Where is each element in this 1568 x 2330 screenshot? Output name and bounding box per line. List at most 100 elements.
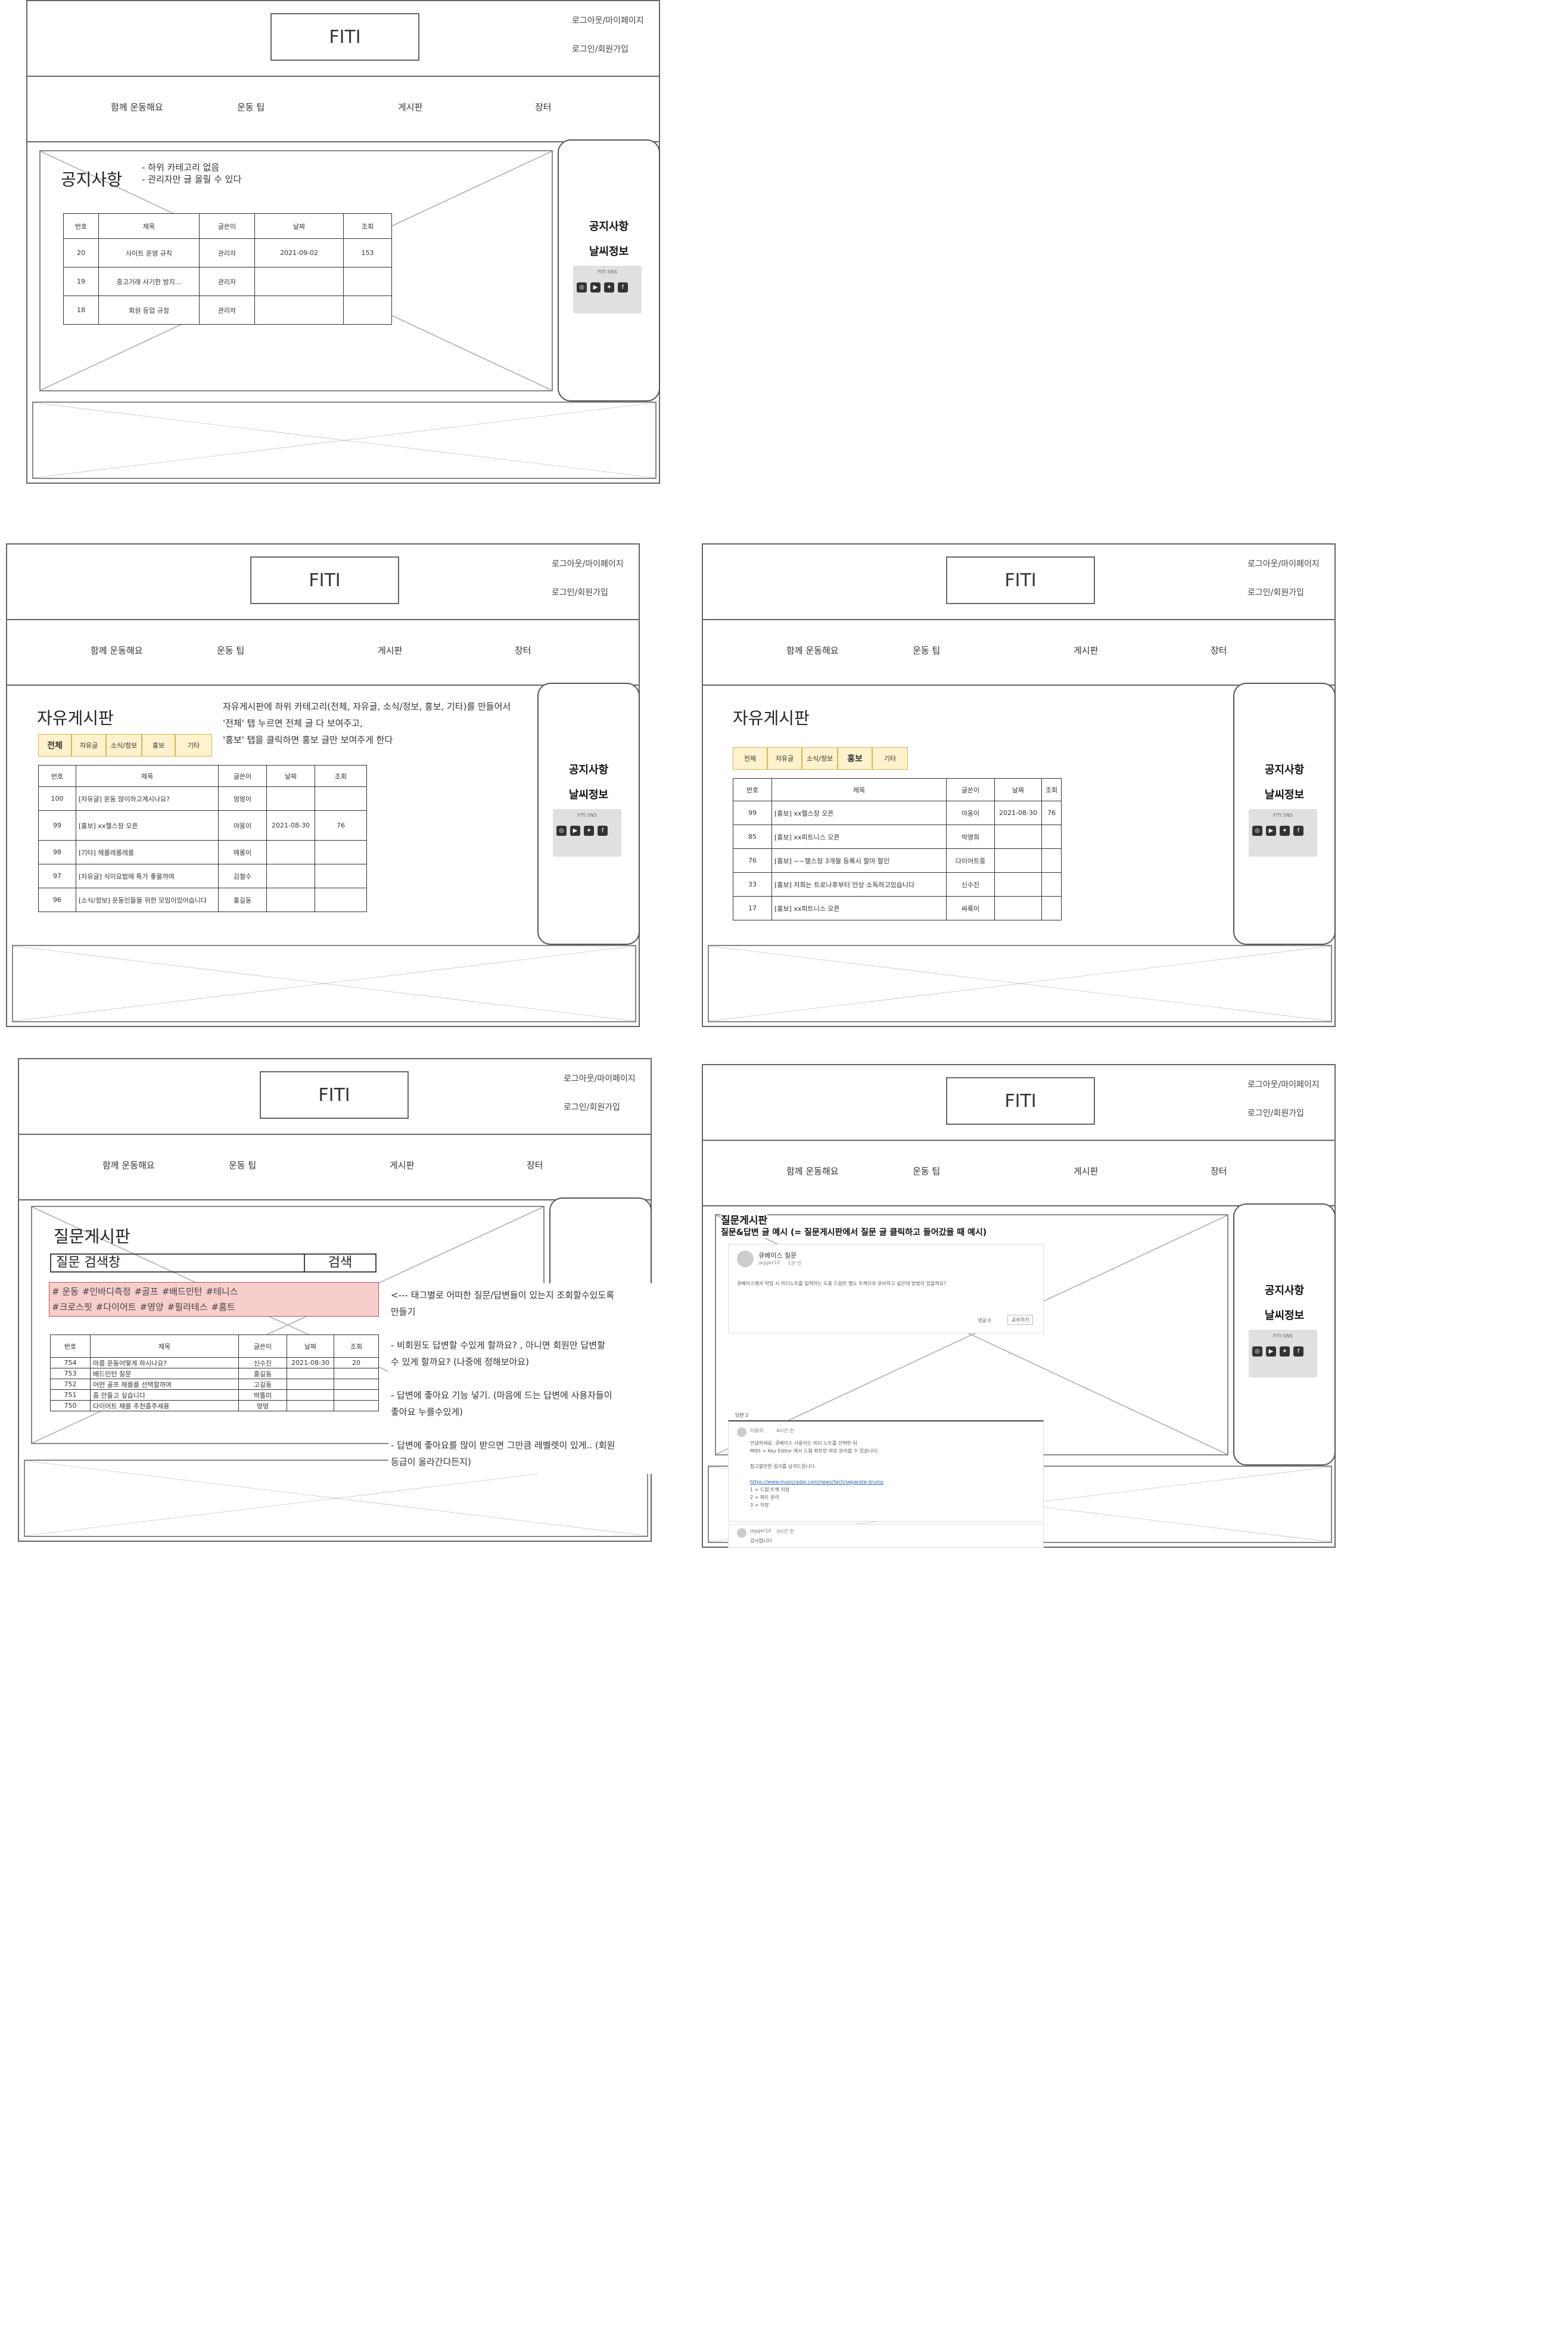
youtube-icon[interactable]: ▶: [570, 826, 580, 836]
instagram-icon[interactable]: ◎: [1252, 1346, 1262, 1357]
search-button[interactable]: 검색: [304, 1255, 375, 1271]
youtube-icon[interactable]: ▶: [1266, 1346, 1276, 1357]
facebook-icon[interactable]: f: [618, 282, 628, 293]
tag-crossfit[interactable]: #크로스핏: [52, 1302, 92, 1312]
logout-mypage-link[interactable]: 로그아웃/마이페이지: [1247, 558, 1320, 570]
table-row[interactable]: 98 [기타] 헤롤레롤레롤 메롱이: [38, 840, 367, 864]
nav-together[interactable]: 함께 운동해요: [111, 101, 163, 113]
table-row[interactable]: 99 [홍보] xx헬스장 오픈 야옹이 2021-08-30 76: [38, 810, 367, 841]
twitter-icon[interactable]: ✦: [1280, 1346, 1290, 1357]
twitter-icon[interactable]: ✦: [604, 282, 614, 293]
twitter-icon[interactable]: ✦: [1280, 826, 1290, 836]
logo[interactable]: FITI: [260, 1071, 409, 1119]
facebook-icon[interactable]: f: [598, 826, 608, 836]
nav-tips[interactable]: 운동 팁: [229, 1159, 256, 1171]
logout-mypage-link[interactable]: 로그아웃/마이페이지: [552, 558, 624, 570]
tag-pilates[interactable]: #필라테스: [167, 1302, 208, 1312]
table-row[interactable]: 76 [홍보] ~~헬스장 3개월 등록시 할마 할인 다이어트중: [733, 848, 1062, 873]
table-row[interactable]: 18 회원 등업 규정 관리자: [63, 295, 392, 325]
sidebar-notice-link[interactable]: 공지사항: [1234, 1282, 1334, 1298]
table-row[interactable]: 97 [자유글] 식이요법에 특가 좋을까여 김철수: [38, 864, 367, 888]
youtube-icon[interactable]: ▶: [590, 282, 601, 293]
sidebar-weather-link[interactable]: 날씨정보: [1234, 1307, 1334, 1323]
logo[interactable]: FITI: [946, 1077, 1095, 1125]
nav-market[interactable]: 장터: [527, 1159, 543, 1171]
table-row[interactable]: 19 중고거래 사기한 방지... 관리자: [63, 267, 392, 296]
nav-together[interactable]: 함께 운동해요: [102, 1159, 155, 1171]
logo[interactable]: FITI: [946, 556, 1095, 604]
tab-etc[interactable]: 기타: [872, 747, 908, 770]
login-signup-link[interactable]: 로그인/회원가입: [564, 1101, 620, 1113]
answer-author[interactable]: 이용자: [750, 1427, 763, 1434]
nav-together[interactable]: 함께 운동해요: [91, 644, 143, 657]
tab-etc[interactable]: 기타: [175, 734, 212, 757]
nav-market[interactable]: 장터: [535, 101, 552, 113]
login-signup-link[interactable]: 로그인/회원가입: [552, 586, 608, 598]
tab-news[interactable]: 소식/정보: [802, 747, 838, 770]
tag-inbody[interactable]: #인바디측정: [82, 1286, 131, 1297]
instagram-icon[interactable]: ◎: [577, 282, 587, 293]
logout-mypage-link[interactable]: 로그아웃/마이페이지: [1247, 1078, 1320, 1090]
answer-link[interactable]: https://www.musicradar.com/news/tech/sep…: [750, 1478, 1036, 1486]
facebook-icon[interactable]: f: [1293, 826, 1303, 836]
logo[interactable]: FITI: [270, 13, 419, 61]
table-row[interactable]: 751 좀 만들고 싶습니다 박똘미: [50, 1389, 379, 1401]
table-row[interactable]: 100 [자유글] 운동 많이하고계시나요? 멍멍이: [38, 786, 367, 811]
nav-board[interactable]: 게시판: [1074, 644, 1098, 657]
sidebar-notice-link[interactable]: 공지사항: [539, 761, 639, 777]
nav-board[interactable]: 게시판: [378, 644, 402, 657]
tab-free[interactable]: 자유글: [71, 734, 106, 757]
tab-promo[interactable]: 홍보: [142, 734, 175, 757]
youtube-icon[interactable]: ▶: [1266, 826, 1276, 836]
share-button[interactable]: 공유하기: [1007, 1315, 1034, 1325]
sidebar-weather-link[interactable]: 날씨정보: [559, 243, 659, 259]
logo[interactable]: FITI: [250, 556, 399, 604]
tab-free[interactable]: 자유글: [767, 747, 802, 770]
logout-mypage-link[interactable]: 로그아웃/마이페이지: [564, 1072, 636, 1084]
table-row[interactable]: 753 배드민턴 질문 홍길동: [50, 1368, 379, 1379]
nav-board[interactable]: 게시판: [1074, 1165, 1098, 1177]
table-row[interactable]: 17 [홍보] xx피트니스 오픈 싸룩이: [733, 896, 1062, 920]
tag-workout[interactable]: # 운동: [52, 1286, 79, 1297]
tag-diet[interactable]: #다이어트: [96, 1302, 136, 1312]
table-row[interactable]: 99 [홍보] xx헬스장 오픈 야옹이 2021-08-30 76: [733, 801, 1062, 825]
table-row[interactable]: 96 [소식/정보] 운동인들을 위한 모임이있어습니다 홍길동: [38, 888, 367, 912]
tab-promo[interactable]: 홍보: [838, 747, 872, 770]
question-search-input[interactable]: 질문 검색창: [51, 1255, 304, 1271]
tab-all[interactable]: 전체: [733, 747, 767, 770]
nav-market[interactable]: 장터: [1211, 1165, 1227, 1177]
tag-home-training[interactable]: #홈트: [211, 1302, 235, 1312]
nav-tips[interactable]: 운동 팁: [913, 644, 940, 657]
post-author[interactable]: jagger10: [758, 1260, 780, 1265]
nav-tips[interactable]: 운동 팁: [913, 1165, 940, 1177]
nav-tips[interactable]: 운동 팁: [217, 644, 244, 657]
sidebar-weather-link[interactable]: 날씨정보: [539, 786, 639, 802]
nav-market[interactable]: 장터: [1211, 644, 1227, 657]
sidebar-notice-link[interactable]: 공지사항: [1234, 761, 1334, 777]
facebook-icon[interactable]: f: [1293, 1346, 1303, 1357]
table-row[interactable]: 754 마름 운동어떻게 하시나요? 신수진 2021-08-30 20: [50, 1357, 379, 1368]
nav-market[interactable]: 장터: [515, 644, 531, 657]
instagram-icon[interactable]: ◎: [1252, 826, 1262, 836]
sidebar-weather-link[interactable]: 날씨정보: [1234, 786, 1334, 802]
login-signup-link[interactable]: 로그인/회원가입: [1247, 1107, 1304, 1119]
table-row[interactable]: 85 [홍보] xx피트니스 오픈 박영희: [733, 825, 1062, 849]
answer-author[interactable]: jagger10: [750, 1528, 771, 1533]
twitter-icon[interactable]: ✦: [584, 826, 594, 836]
tab-news[interactable]: 소식/정보: [106, 734, 142, 757]
tag-tennis[interactable]: #테니스: [206, 1286, 238, 1297]
table-row[interactable]: 20 사이트 운영 규칙 관리자 2021-09-02 153: [63, 238, 392, 267]
table-row[interactable]: 750 다이어트 채를 추천좀주세용 멍멍: [50, 1400, 379, 1411]
tag-golf[interactable]: #골프: [135, 1286, 158, 1297]
instagram-icon[interactable]: ◎: [556, 826, 567, 836]
nav-together[interactable]: 함께 운동해요: [786, 644, 839, 657]
tab-all[interactable]: 전체: [38, 734, 71, 757]
table-row[interactable]: 752 어떤 골프 채를를 선택할까여 고길동: [50, 1379, 379, 1390]
comment-count-button[interactable]: 댓글 0: [978, 1317, 991, 1324]
nav-together[interactable]: 함께 운동해요: [786, 1165, 839, 1177]
sidebar-notice-link[interactable]: 공지사항: [559, 218, 659, 234]
login-signup-link[interactable]: 로그인/회원가입: [1247, 586, 1304, 598]
login-signup-link[interactable]: 로그인/회원가입: [572, 43, 629, 55]
nav-tips[interactable]: 운동 팁: [237, 101, 265, 113]
logout-mypage-link[interactable]: 로그아웃/마이페이지: [572, 14, 644, 26]
